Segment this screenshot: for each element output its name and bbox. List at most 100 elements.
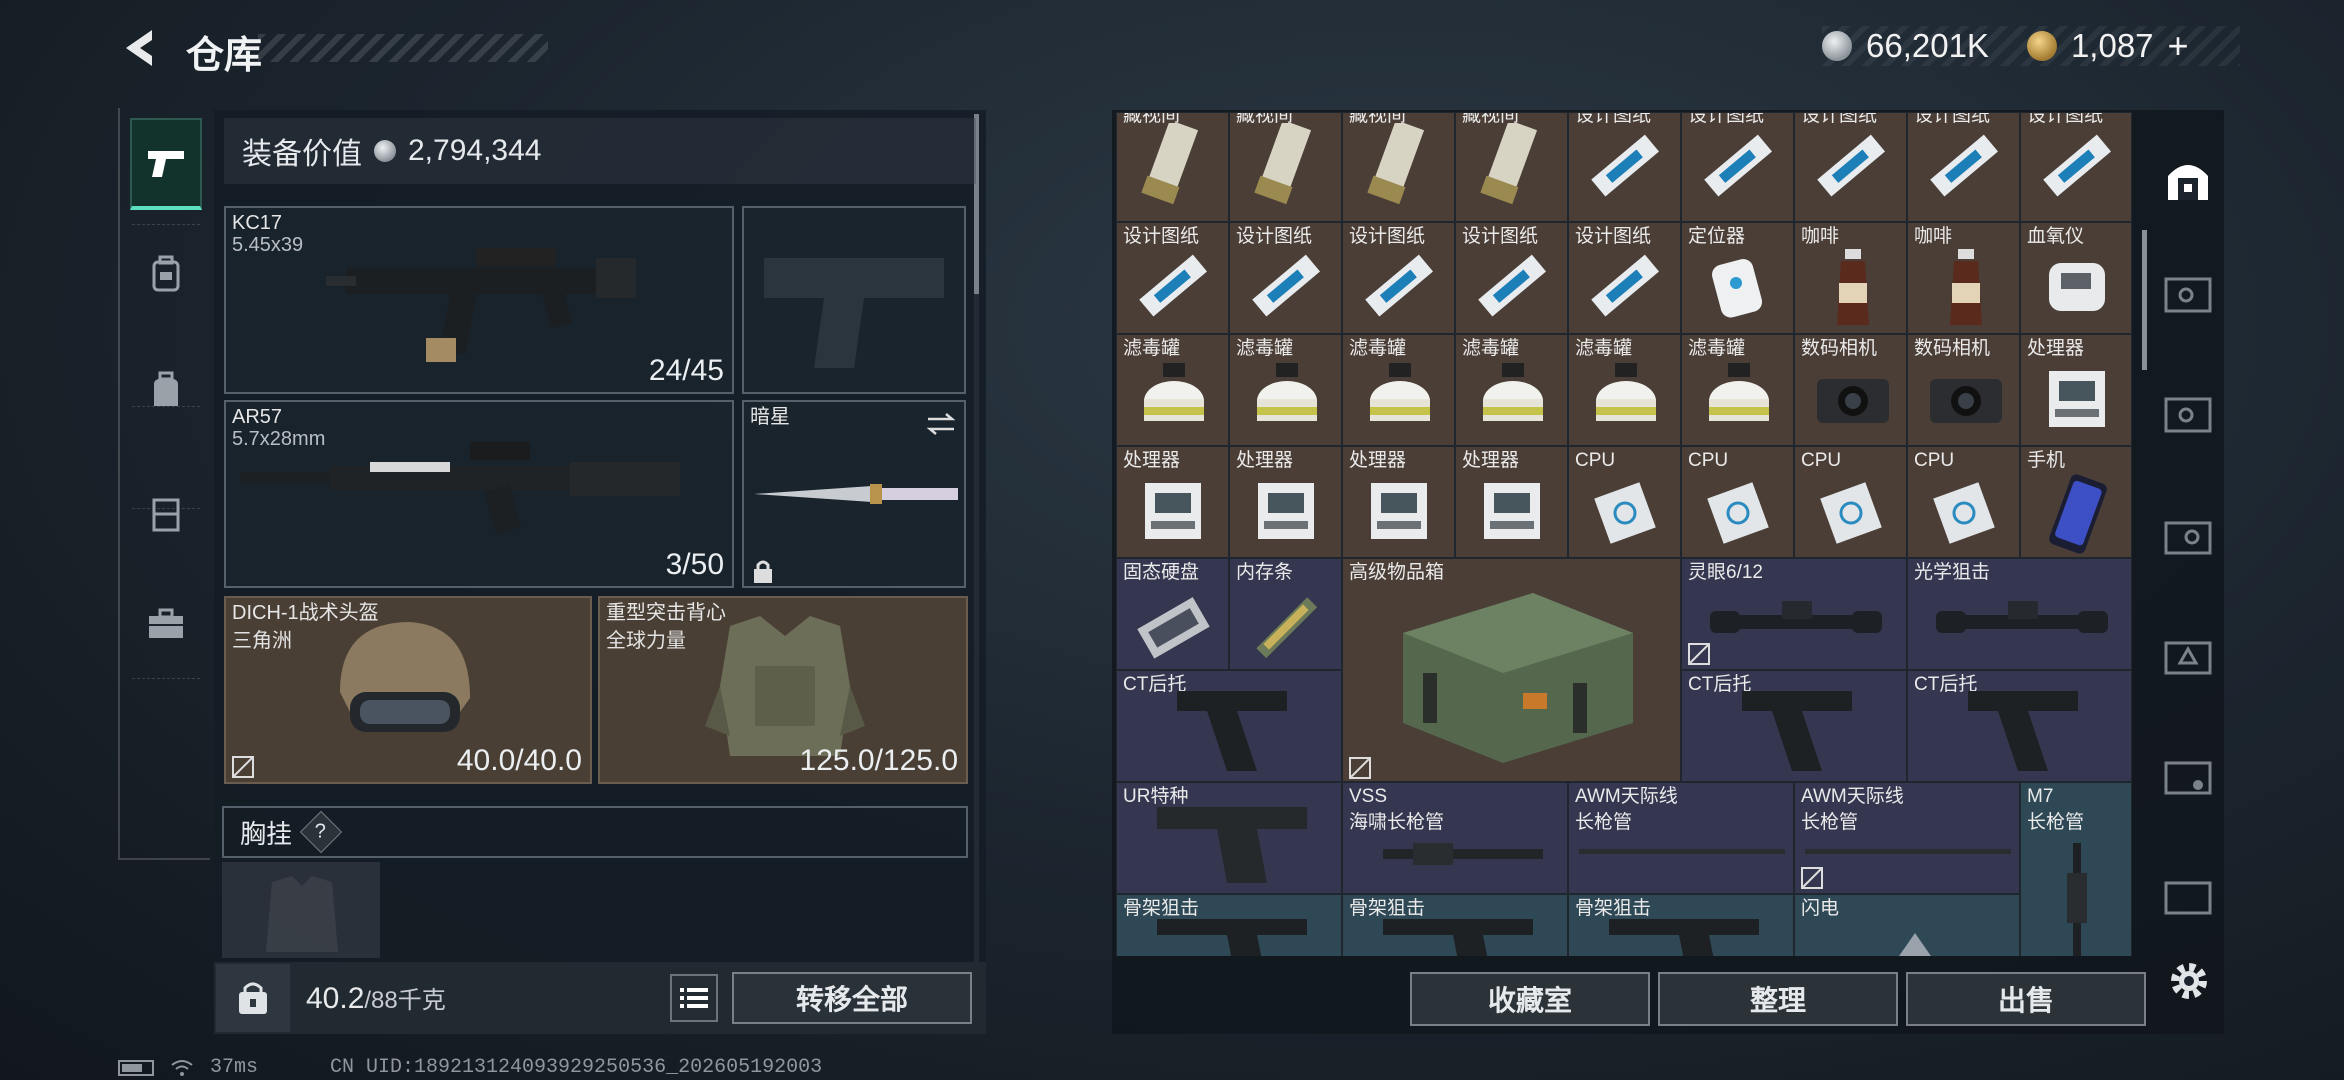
swap-icon[interactable] [926,412,956,436]
grid-item-blueprint[interactable]: 设计图纸 [1681,112,1794,222]
add-gold-button[interactable]: + [2168,25,2189,67]
help-icon[interactable]: ? [299,810,343,854]
stock-icon [1177,691,1287,771]
grid-item-filter[interactable]: 滤毒罐 [1455,334,1568,446]
grid-item-locator[interactable]: 定位器 [1681,222,1794,334]
coffee-bottle-icon [1950,249,1982,325]
list-view-button[interactable] [670,974,718,1022]
grid-item-skeleton-stock[interactable]: 骨架狙击 [1568,894,1794,956]
grid-item-scope[interactable]: 光学狙击 [1907,558,2132,670]
transfer-all-button[interactable]: 转移全部 [732,972,972,1024]
grid-item-coffee[interactable]: 咖啡 [1794,222,1907,334]
grid-item-filter[interactable]: 滤毒罐 [1116,334,1229,446]
grid-item-blueprint[interactable]: 设计图纸 [1116,222,1229,334]
grid-item-filter[interactable]: 滤毒罐 [1681,334,1794,446]
pistol-icon [148,151,184,177]
grid-item-cpu[interactable]: CPU [1907,446,2020,558]
grid-item-blueprint[interactable]: 设计图纸 [1229,222,1342,334]
chevron-left-icon [126,30,152,66]
grid-item-stock[interactable]: CT后托 [1681,670,1907,782]
chest-rig-header: 胸挂 ? [222,806,968,858]
sidearm-slot[interactable] [742,206,966,394]
grid-item-camera[interactable]: 数码相机 [1794,334,1907,446]
grid-item-filter[interactable]: 滤毒罐 [1342,334,1455,446]
grid-item-filter[interactable]: 滤毒罐 [1229,334,1342,446]
collection-room-button[interactable]: 收藏室 [1410,972,1650,1026]
storage-tab-6[interactable] [2158,866,2218,926]
grid-item-barrel[interactable]: AWM天际线 长枪管 [1568,782,1794,894]
cpu-icon [1820,482,1882,544]
grid-item-blueprint[interactable]: 设计图纸 [1568,222,1681,334]
chest-rig-placeholder-icon [266,876,338,952]
back-button[interactable] [112,22,164,74]
grid-item-ur-stock[interactable]: UR特种 [1116,782,1342,894]
grid-item-barrel[interactable]: M7 长枪管 [2020,782,2132,956]
grid-item-processor[interactable]: 处理器 [1229,446,1342,558]
grid-item-flash[interactable]: 闪电 [1794,894,2020,956]
grid-item-phone[interactable]: 手机 [2020,446,2132,558]
grid-item-cpu[interactable]: CPU [1568,446,1681,558]
grid-item-ram[interactable]: 内存条 [1229,558,1342,670]
grid-item-stock[interactable]: CT后托 [1907,670,2132,782]
grid-item-coffee[interactable]: 咖啡 [1907,222,2020,334]
storage-tab-5[interactable] [2158,746,2218,806]
grid-item-blueprint[interactable]: 设计图纸 [1455,222,1568,334]
secondary-weapon-slot[interactable]: AR57 5.7x28mm 3/50 [224,400,734,588]
grid-item-oximeter[interactable]: 血氧仪 [2020,222,2132,334]
grid-item-silencer[interactable]: 藏视间 [1342,112,1455,222]
grid-item-silencer[interactable]: 藏视间 [1229,112,1342,222]
grid-item-stock[interactable]: CT后托 [1116,670,1342,782]
grid-item-processor[interactable]: 处理器 [1455,446,1568,558]
storage-tab-4[interactable] [2158,626,2218,686]
grid-item-silencer[interactable]: 藏视间 [1116,112,1229,222]
storage-tab-2[interactable] [2158,386,2218,446]
blueprint-icon [1252,254,1321,317]
backpack-lock-button[interactable] [216,964,290,1032]
primary-weapon-slot[interactable]: KC17 5.45x39 24/45 [224,206,734,394]
cpu-icon [1707,482,1769,544]
grid-item-ssd[interactable]: 固态硬盘 [1116,558,1229,670]
armor-brand: 全球力量 [606,630,686,652]
grid-item-scope[interactable]: 灵眼6/12 [1681,558,1907,670]
grid-item-cpu[interactable]: CPU [1794,446,1907,558]
grid-item-blueprint[interactable]: 设计图纸 [2020,112,2132,222]
chest-rig-slot[interactable] [222,862,380,958]
storage-tab-main[interactable] [2158,150,2218,210]
grid-item-premium-crate[interactable]: 高级物品箱 [1342,558,1681,782]
grid-item-blueprint[interactable]: 设计图纸 [1794,112,1907,222]
grid-item-silencer[interactable]: 藏视间 [1455,112,1568,222]
rail-tab-backpack[interactable] [130,228,202,320]
grid-item-processor[interactable]: 处理器 [1116,446,1229,558]
settings-button[interactable] [2162,954,2216,1008]
rail-tab-bag[interactable] [130,344,202,436]
scope-icon [1710,601,1882,633]
armor-slot[interactable]: 重型突击背心 全球力量 125.0/125.0 [598,596,968,784]
grid-item-blueprint[interactable]: 设计图纸 [1568,112,1681,222]
grid-item-skeleton-stock[interactable]: 骨架狙击 [1116,894,1342,956]
grid-item-skeleton-stock[interactable]: 骨架狙击 [1342,894,1568,956]
grid-item-barrel[interactable]: AWM天际线 长枪管 [1794,782,2020,894]
grid-item-barrel[interactable]: VSS 海啸长枪管 [1342,782,1568,894]
grid-item-processor[interactable]: 处理器 [2020,334,2132,446]
container-icon [2164,761,2212,795]
storage-tab-3[interactable] [2158,506,2218,566]
rail-tab-vest[interactable] [130,468,202,560]
grid-item-filter[interactable]: 滤毒罐 [1568,334,1681,446]
rail-tab-weapons[interactable] [130,118,202,210]
storage-scrollbar[interactable] [2142,230,2147,370]
helmet-slot[interactable]: DICH-1战术头盔 三角洲 40.0/40.0 [224,596,592,784]
grid-item-processor[interactable]: 处理器 [1342,446,1455,558]
grid-item-camera[interactable]: 数码相机 [1907,334,2020,446]
sell-button[interactable]: 出售 [1906,972,2146,1026]
ssd-icon [1137,597,1210,659]
grid-item-blueprint[interactable]: 设计图纸 [1342,222,1455,334]
melee-slot[interactable]: 暗星 [742,400,966,588]
grid-item-cpu[interactable]: CPU [1681,446,1794,558]
melee-name: 暗星 [750,406,790,428]
rail-tab-case[interactable] [130,578,202,670]
organize-button[interactable]: 整理 [1658,972,1898,1026]
locator-icon [1712,258,1763,318]
processor-icon [2049,371,2105,427]
grid-item-blueprint[interactable]: 设计图纸 [1907,112,2020,222]
storage-tab-1[interactable] [2158,266,2218,326]
